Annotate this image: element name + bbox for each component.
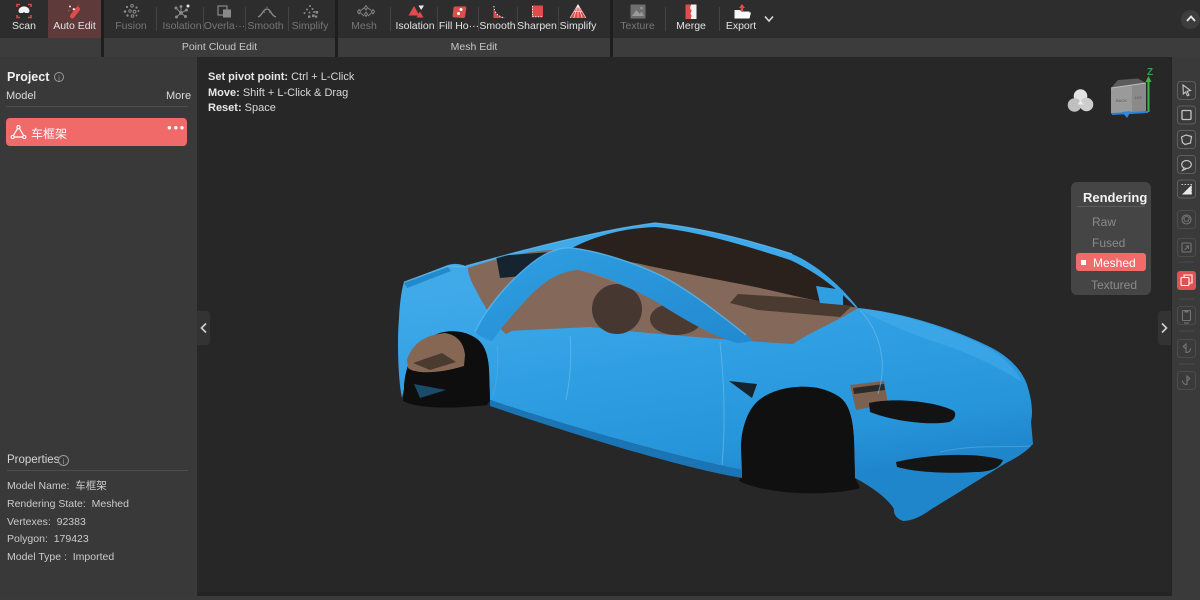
svg-text:Z: Z	[1147, 67, 1153, 78]
svg-text:LEF: LEF	[1135, 95, 1143, 100]
svg-text:BACK: BACK	[1116, 98, 1127, 103]
